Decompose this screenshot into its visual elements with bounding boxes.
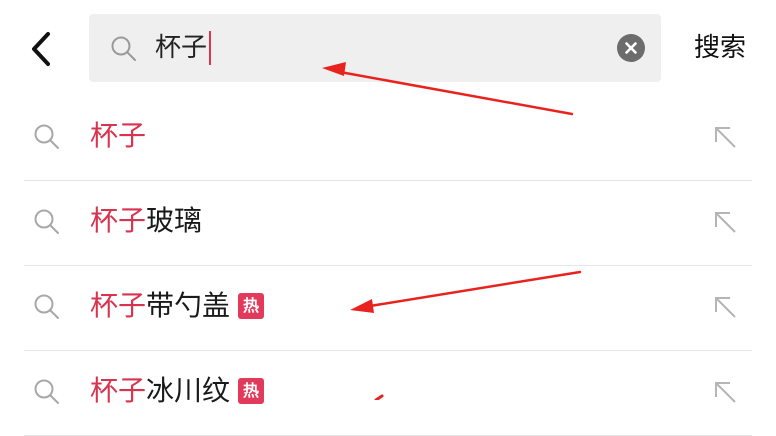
suggestion-highlight: 杯子 <box>90 289 147 322</box>
suggestion-list: 杯子 杯子 玻璃 杯子 带勺盖 热 杯子 冰川纹 热 <box>0 96 776 436</box>
search-input-value: 杯子 <box>155 33 208 63</box>
suggestion-text: 杯子 带勺盖 热 <box>90 286 265 326</box>
search-box[interactable]: 杯子 <box>89 14 661 82</box>
suggestion-item[interactable]: 杯子 带勺盖 热 <box>24 266 752 351</box>
suggestion-rest: 冰川纹 <box>146 374 231 407</box>
top-bar: 杯子 搜索 <box>0 0 776 96</box>
arrow-up-left-icon[interactable] <box>710 377 740 407</box>
search-icon <box>111 36 136 61</box>
suggestion-highlight: 杯子 <box>90 204 147 237</box>
arrow-up-left-icon[interactable] <box>710 207 740 237</box>
arrow-up-left-icon[interactable] <box>710 292 740 322</box>
suggestion-item[interactable]: 杯子 <box>24 96 752 181</box>
search-input[interactable]: 杯子 <box>155 28 212 68</box>
back-button[interactable] <box>22 24 62 74</box>
search-icon <box>34 379 59 404</box>
suggestion-item[interactable]: 杯子 玻璃 <box>24 181 752 266</box>
suggestion-highlight: 杯子 <box>90 119 147 152</box>
search-icon <box>34 209 59 234</box>
clear-circle-icon <box>625 42 637 54</box>
text-caret <box>209 31 212 65</box>
chevron-left-icon <box>32 32 50 66</box>
search-icon <box>34 294 59 319</box>
suggestion-rest: 带勺盖 <box>146 289 231 322</box>
search-icon <box>34 124 59 149</box>
suggestion-rest: 玻璃 <box>146 204 203 237</box>
hot-badge: 热 <box>238 378 265 404</box>
suggestion-text: 杯子 玻璃 <box>90 201 202 241</box>
suggestion-highlight: 杯子 <box>90 374 147 407</box>
suggestion-text: 杯子 <box>90 116 146 156</box>
hot-badge: 热 <box>238 293 265 319</box>
suggestion-text: 杯子 冰川纹 热 <box>90 371 265 411</box>
clear-button[interactable] <box>617 34 645 62</box>
suggestion-item[interactable]: 杯子 冰川纹 热 <box>24 351 752 436</box>
search-button[interactable]: 搜索 <box>694 28 746 68</box>
arrow-up-left-icon[interactable] <box>710 122 740 152</box>
